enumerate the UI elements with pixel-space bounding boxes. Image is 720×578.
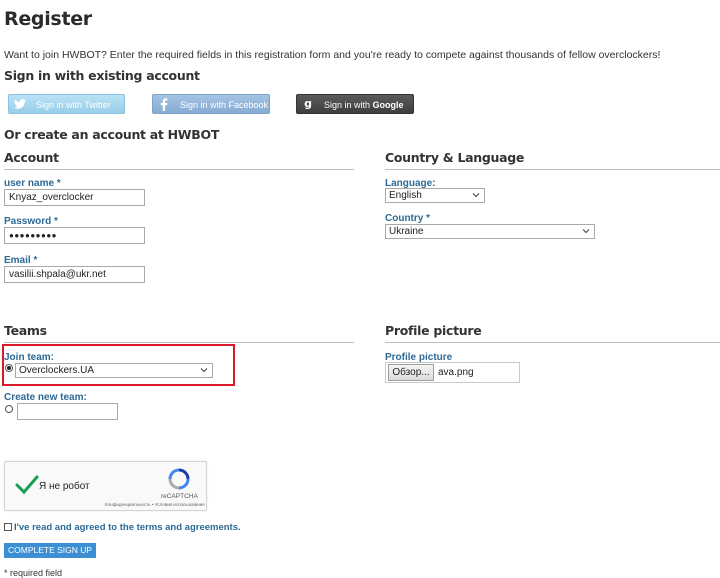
- google-brand: Google: [372, 100, 404, 110]
- join-team-select[interactable]: Overclockers.UA: [15, 363, 213, 378]
- email-label: Email *: [4, 255, 38, 266]
- page-title: Register: [4, 8, 92, 30]
- password-label: Password *: [4, 216, 58, 227]
- twitter-signin-button[interactable]: Sign in with Twitter: [8, 94, 125, 114]
- facebook-signin-label: Sign in with Facebook: [180, 100, 269, 110]
- create-team-input[interactable]: [17, 403, 118, 420]
- username-input[interactable]: Knyaz_overclocker: [4, 189, 145, 206]
- facebook-icon: [153, 95, 175, 113]
- username-label: user name *: [4, 178, 61, 189]
- google-icon: g: [304, 97, 312, 110]
- country-language-heading: Country & Language: [385, 150, 525, 165]
- complete-signup-button[interactable]: COMPLETE SIGN UP: [4, 543, 97, 558]
- profile-picture-heading: Profile picture: [385, 323, 482, 338]
- language-value: English: [389, 190, 422, 201]
- create-heading: Or create an account at HWBOT: [4, 127, 220, 142]
- google-signin-button[interactable]: g Sign in with Google: [296, 94, 414, 114]
- twitter-signin-label: Sign in with Twitter: [36, 100, 111, 110]
- account-heading: Account: [4, 150, 59, 165]
- join-team-radio[interactable]: [5, 364, 13, 372]
- checkmark-icon[interactable]: [15, 474, 39, 496]
- teams-divider: [4, 342, 354, 343]
- country-select[interactable]: Ukraine: [385, 224, 595, 239]
- chevron-down-icon: [472, 193, 480, 198]
- teams-heading: Teams: [4, 323, 47, 338]
- profile-picture-file-input[interactable]: Обзор... ava.png: [385, 362, 520, 383]
- selected-file-name: ava.png: [438, 367, 474, 378]
- email-input[interactable]: vasilii.shpala@ukr.net: [4, 266, 145, 283]
- terms-checkbox[interactable]: [4, 523, 12, 531]
- profile-picture-divider: [385, 342, 720, 343]
- google-signin-label: Sign in with: [324, 100, 373, 110]
- create-team-label: Create new team:: [4, 392, 87, 403]
- join-team-value: Overclockers.UA: [19, 365, 95, 376]
- recaptcha-logo-icon: [168, 468, 190, 490]
- country-label: Country *: [385, 213, 430, 224]
- chevron-down-icon: [200, 368, 208, 373]
- recaptcha-widget: Я не робот reCAPTCHA Конфиденциальность …: [4, 461, 207, 511]
- country-value: Ukraine: [389, 226, 424, 237]
- recaptcha-footer-links[interactable]: Конфиденциальность • Условия использован…: [105, 502, 205, 507]
- create-team-radio[interactable]: [5, 405, 13, 413]
- facebook-signin-button[interactable]: Sign in with Facebook: [152, 94, 270, 114]
- signin-heading: Sign in with existing account: [4, 68, 200, 83]
- password-input[interactable]: ●●●●●●●●●: [4, 227, 145, 244]
- recaptcha-brand: reCAPTCHA: [161, 493, 198, 500]
- account-divider: [4, 169, 354, 170]
- chevron-down-icon: [582, 229, 590, 234]
- language-select[interactable]: English: [385, 188, 485, 203]
- terms-label: I've read and agreed to the terms and ag…: [14, 522, 241, 533]
- intro-text: Want to join HWBOT? Enter the required f…: [4, 49, 661, 61]
- join-team-label: Join team:: [4, 352, 55, 363]
- browse-button[interactable]: Обзор...: [388, 364, 434, 381]
- recaptcha-text: Я не робот: [39, 481, 90, 492]
- twitter-icon: [9, 95, 31, 113]
- country-language-divider: [385, 169, 720, 170]
